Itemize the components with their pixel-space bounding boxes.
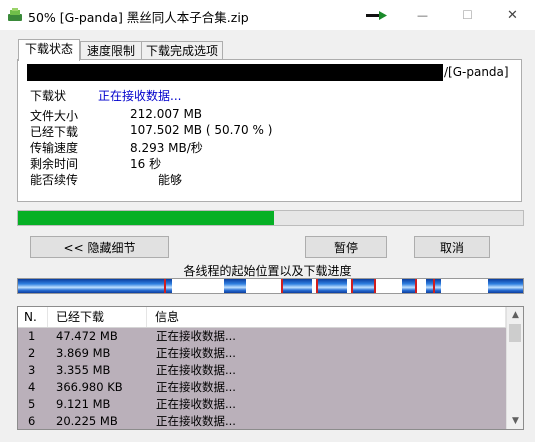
- hide-details-button[interactable]: << 隐藏细节: [30, 236, 169, 258]
- thread-start-marker: [351, 279, 354, 293]
- thread-start-marker: [415, 279, 418, 293]
- thread-start-marker: [315, 279, 318, 293]
- resume-support-label: 能否续传: [30, 173, 79, 187]
- row-downloaded: 47.472 MB: [56, 329, 118, 343]
- thread-start-marker: [374, 279, 377, 293]
- header-number[interactable]: N.: [18, 307, 48, 327]
- row-number: 6: [28, 414, 36, 428]
- minimize-button[interactable]: —: [400, 0, 445, 30]
- time-left-label: 剩余时间: [30, 157, 79, 171]
- row-downloaded: 9.121 MB: [56, 397, 111, 411]
- thread-list[interactable]: N. 已经下载 信息 1 47.472 MB 正在接收数据... 2 3.869…: [17, 306, 524, 430]
- progress-fill: [18, 211, 275, 225]
- row-downloaded: 3.355 MB: [56, 363, 111, 377]
- transfer-speed-value: 8.293 MB/秒: [130, 141, 203, 155]
- scroll-up-icon[interactable]: ▲: [507, 307, 523, 323]
- download-app-icon: [7, 8, 23, 22]
- tab-completion-options[interactable]: 下载完成选项: [141, 41, 223, 60]
- scroll-thumb[interactable]: [509, 324, 521, 342]
- threads-caption: 各线程的起始位置以及下载进度: [183, 264, 352, 278]
- table-row[interactable]: 1 47.472 MB 正在接收数据...: [18, 328, 506, 345]
- thread-segment: [18, 279, 173, 293]
- resume-support-value: 能够: [158, 173, 183, 187]
- downloaded-value: 107.502 MB ( 50.70 % ): [130, 123, 273, 137]
- row-downloaded: 20.225 MB: [56, 414, 118, 428]
- minimize-icon: —: [417, 8, 428, 22]
- row-number: 5: [28, 397, 36, 411]
- file-size-value: 212.007 MB: [130, 107, 203, 121]
- threads-progress-bar: [17, 278, 524, 294]
- url-suffix: /[G-panda]: [444, 65, 509, 79]
- thread-start-marker: [164, 279, 167, 293]
- row-number: 4: [28, 380, 36, 394]
- table-row[interactable]: 2 3.869 MB 正在接收数据...: [18, 345, 506, 362]
- thread-segment: [401, 279, 416, 293]
- row-number: 2: [28, 346, 36, 360]
- row-info: 正在接收数据...: [156, 346, 236, 360]
- row-info: 正在接收数据...: [156, 414, 236, 428]
- row-info: 正在接收数据...: [156, 397, 236, 411]
- time-left-value: 16 秒: [130, 157, 162, 171]
- close-icon: ✕: [507, 7, 518, 23]
- thread-segment: [352, 279, 374, 293]
- transfer-speed-label: 传输速度: [30, 141, 79, 155]
- header-downloaded[interactable]: 已经下载: [48, 307, 147, 327]
- thread-start-marker: [280, 279, 283, 293]
- vertical-scrollbar[interactable]: ▲ ▼: [506, 307, 523, 429]
- row-info: 正在接收数据...: [156, 363, 236, 377]
- table-row[interactable]: 4 366.980 KB 正在接收数据...: [18, 379, 506, 396]
- table-row[interactable]: 3 3.355 MB 正在接收数据...: [18, 362, 506, 379]
- thread-segment: [487, 279, 523, 293]
- thread-segment: [318, 279, 348, 293]
- list-header: N. 已经下载 信息: [18, 307, 506, 328]
- overall-progress-bar: [17, 210, 524, 226]
- scroll-down-icon[interactable]: ▼: [507, 413, 523, 429]
- network-activity-icon: [366, 10, 388, 22]
- close-button[interactable]: ✕: [490, 0, 535, 30]
- cancel-button[interactable]: 取消: [414, 236, 490, 258]
- downloaded-label: 已经下载: [30, 125, 79, 139]
- file-size-label: 文件大小: [30, 109, 79, 123]
- redacted-url: [27, 64, 443, 81]
- header-info[interactable]: 信息: [147, 307, 506, 327]
- maximize-button[interactable]: ☐: [445, 0, 490, 30]
- row-number: 3: [28, 363, 36, 377]
- row-downloaded: 3.869 MB: [56, 346, 111, 360]
- thread-start-marker: [433, 279, 436, 293]
- maximize-icon: ☐: [462, 8, 473, 22]
- thread-segment: [280, 279, 313, 293]
- row-number: 1: [28, 329, 36, 343]
- table-row[interactable]: 6 20.225 MB 正在接收数据...: [18, 413, 506, 429]
- window-title: 50% [G-panda] 黑丝同人本子合集.zip: [28, 10, 249, 25]
- row-info: 正在接收数据...: [156, 329, 236, 343]
- state-value: 正在接收数据...: [98, 89, 182, 103]
- state-label: 下载状: [30, 89, 67, 103]
- table-row[interactable]: 5 9.121 MB 正在接收数据...: [18, 396, 506, 413]
- pause-button[interactable]: 暂停: [305, 236, 387, 258]
- tab-speed-limit[interactable]: 速度限制: [80, 41, 142, 60]
- row-downloaded: 366.980 KB: [56, 380, 123, 394]
- row-info: 正在接收数据...: [156, 380, 236, 394]
- tab-download-status[interactable]: 下载状态: [18, 39, 80, 61]
- thread-segment: [223, 279, 247, 293]
